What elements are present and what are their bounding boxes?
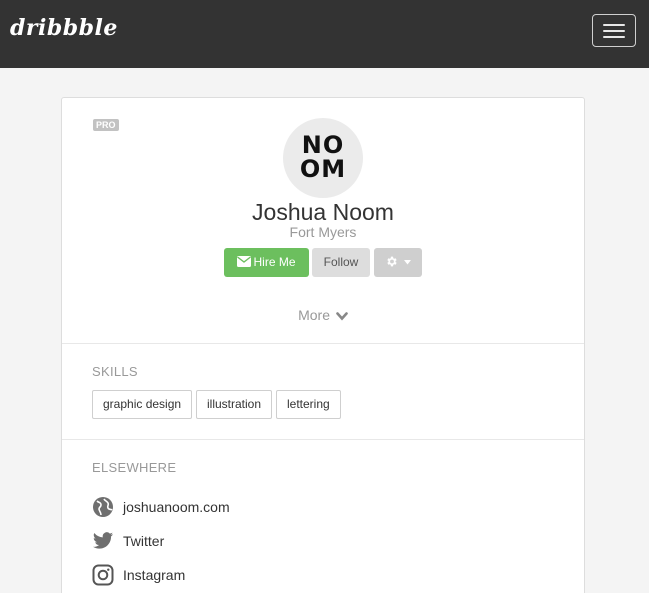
avatar-logo: NO OM	[299, 131, 347, 183]
divider	[62, 439, 584, 440]
link-instagram-label: Instagram	[123, 567, 186, 583]
more-toggle[interactable]: More	[62, 307, 584, 323]
hamburger-icon	[603, 24, 625, 26]
skill-tag-lettering[interactable]: lettering	[276, 390, 341, 419]
caret-down-icon	[403, 260, 411, 265]
divider	[62, 343, 584, 344]
globe-icon	[93, 497, 113, 517]
skill-tag-illustration[interactable]: illustration	[196, 390, 273, 419]
hire-me-button[interactable]: Hire Me	[224, 248, 309, 277]
top-navbar: dribbble	[0, 0, 649, 68]
pro-badge: PRO	[93, 119, 119, 131]
menu-toggle-button[interactable]	[592, 14, 636, 47]
avatar[interactable]: NO OM	[283, 118, 363, 198]
hire-me-label: Hire Me	[253, 255, 296, 269]
gear-icon	[387, 256, 397, 267]
link-twitter-label: Twitter	[123, 533, 165, 549]
more-label: More	[298, 307, 330, 323]
profile-location[interactable]: Fort Myers	[62, 224, 584, 240]
brand-logo[interactable]: dribbble	[10, 15, 118, 41]
follow-button[interactable]: Follow	[312, 248, 370, 277]
instagram-icon	[92, 564, 114, 586]
settings-dropdown-button[interactable]	[374, 248, 422, 277]
link-website-label: joshuanoom.com	[123, 499, 230, 515]
elsewhere-title: ELSEWHERE	[92, 460, 177, 475]
profile-card: PRO NO OM Joshua Noom Fort Myers Hire Me…	[61, 97, 585, 593]
envelope-icon	[237, 256, 252, 267]
skill-tag-graphic-design[interactable]: graphic design	[92, 390, 193, 419]
skills-title: SKILLS	[92, 364, 138, 379]
profile-name: Joshua Noom	[252, 199, 394, 225]
chevron-down-icon	[336, 312, 348, 321]
twitter-icon	[92, 532, 114, 549]
